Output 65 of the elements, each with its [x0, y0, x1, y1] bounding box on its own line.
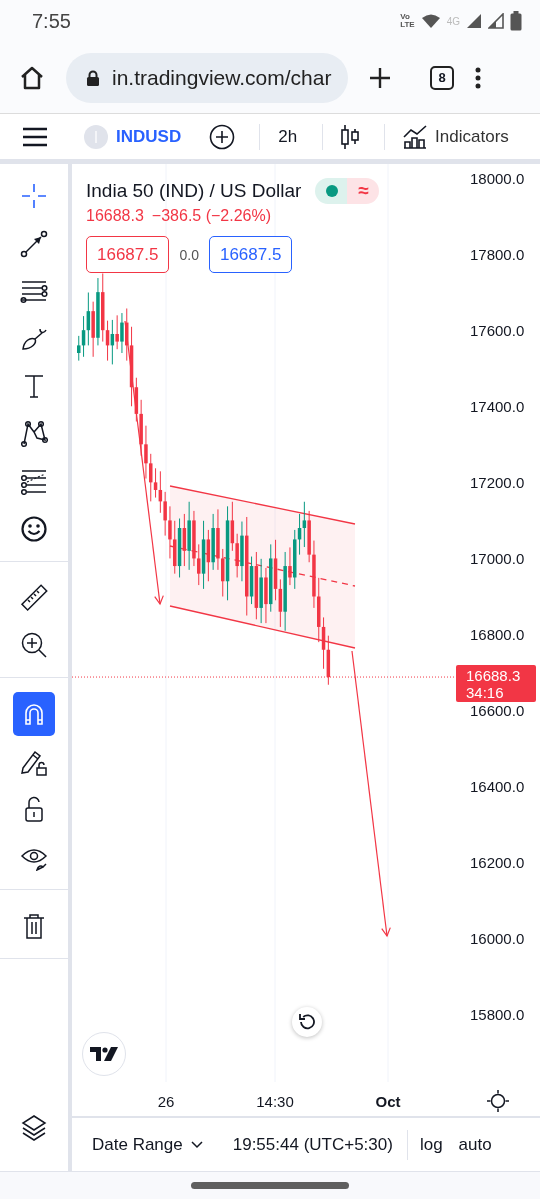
- price-axis-label: 18000.0: [470, 169, 525, 187]
- crosshair-icon: [20, 182, 48, 210]
- layers-icon: [20, 1113, 48, 1141]
- price-axis-label: 17200.0: [470, 473, 525, 491]
- zoom-in-icon: [20, 631, 48, 659]
- price-tag: 16688.3 34:16: [456, 665, 536, 702]
- network-label: 4G: [446, 15, 460, 27]
- scale-button[interactable]: log: [419, 1135, 443, 1155]
- price-axis-label: 17800.0: [470, 245, 525, 263]
- address-bar[interactable]: in.tradingview.com/char: [66, 52, 348, 103]
- pattern-icon: [20, 419, 48, 448]
- reset-button[interactable]: [292, 1007, 322, 1037]
- menu-icon[interactable]: [22, 126, 48, 147]
- spread-value: 0.0: [179, 246, 199, 263]
- interval-button[interactable]: 2h: [275, 126, 301, 147]
- logo-badge[interactable]: [82, 1032, 126, 1076]
- lock-icon: [86, 69, 100, 86]
- chart-icon: [403, 124, 428, 149]
- volte-label: Vo LTE: [400, 13, 415, 29]
- plus-icon[interactable]: [368, 65, 392, 90]
- price-axis-label: 16600.0: [470, 702, 525, 720]
- smiley-icon: [20, 514, 48, 543]
- url-text: in.tradingview.com/char: [112, 65, 332, 90]
- tab-count-button[interactable]: 8: [430, 65, 454, 90]
- timezone-time[interactable]: 19:55:44 (UTC+5:30): [232, 1135, 393, 1155]
- clock-time: 7:55: [32, 9, 71, 33]
- menu-icon[interactable]: [474, 65, 482, 90]
- time-axis-label: 14:30: [256, 1093, 294, 1110]
- price-axis-label: 17400.0: [470, 397, 525, 415]
- last-price: 16688.3: [86, 207, 144, 225]
- symbol-button[interactable]: INDUSD: [116, 126, 182, 147]
- magnet-tool[interactable]: [13, 692, 55, 736]
- settings-icon[interactable]: [486, 1089, 510, 1113]
- chart-title: India 50 (IND) / US Dollar: [86, 180, 302, 202]
- battery-icon: [510, 11, 522, 31]
- add-icon[interactable]: [209, 123, 236, 150]
- logo-icon: [90, 1047, 118, 1061]
- rotate-icon: [297, 1012, 317, 1032]
- price-axis-label: 16200.0: [470, 854, 525, 872]
- date-range-button[interactable]: Date Range: [92, 1135, 203, 1155]
- symbol-logo-icon: [84, 124, 108, 149]
- time-axis-label: Oct: [375, 1093, 401, 1110]
- signal-icon: [488, 13, 504, 29]
- forecast-icon: [20, 467, 48, 495]
- arrow[interactable]: [351, 650, 391, 938]
- chevron-icon: [190, 1141, 203, 1149]
- sell-price-button[interactable]: 16687.5: [86, 236, 170, 273]
- ruler-icon: [20, 583, 48, 612]
- scale-button[interactable]: auto: [458, 1135, 492, 1155]
- price-axis-label: 17000.0: [470, 549, 525, 567]
- wifi-icon: [420, 13, 441, 29]
- price-change: −386.5 (−2.26%): [151, 207, 272, 225]
- price-axis-label: 16400.0: [470, 778, 525, 796]
- indicators-button[interactable]: Indicators: [400, 124, 512, 149]
- trend-line-icon: [20, 229, 48, 258]
- arrow[interactable]: [124, 320, 164, 606]
- signal-icon: [466, 13, 482, 29]
- time-axis-label: 26: [157, 1093, 175, 1110]
- buy-price-button[interactable]: 16687.5: [208, 236, 293, 273]
- price-axis-label: 16000.0: [470, 930, 525, 948]
- data-delay-symbol: ≈: [347, 178, 380, 204]
- candles-icon[interactable]: [340, 123, 361, 150]
- price-axis-label: 17600.0: [470, 321, 525, 339]
- price-axis-label: 15800.0: [470, 1006, 525, 1024]
- price-axis-label: 16800.0: [470, 626, 525, 644]
